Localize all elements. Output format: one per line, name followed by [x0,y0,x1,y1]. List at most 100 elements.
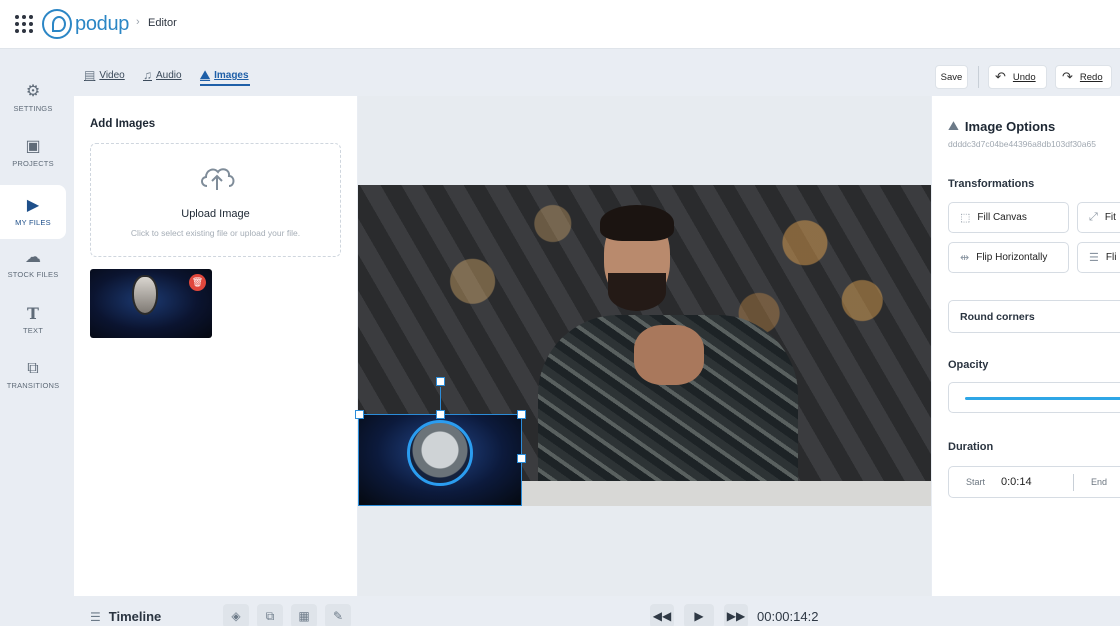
redo-label: Redo [1079,71,1103,83]
video-icon: ▤ [84,68,96,82]
fill-canvas-icon: ⬚ [960,212,971,224]
nav-projects-label: PROJECTS [12,159,54,168]
play-icon[interactable]: ▶ [684,604,714,626]
nav-text-label: TEXT [23,326,43,335]
nav-stock-files[interactable]: ☁ STOCK FILES [0,237,66,291]
nav-text[interactable]: T TEXT [0,293,66,347]
timecode: 00:00:14:2 [757,609,819,624]
rewind-icon[interactable]: ◀◀ [650,604,674,626]
image-overlay[interactable] [358,414,522,506]
flip-vertically-button[interactable]: ☰ Fli [1077,242,1120,273]
audio-icon: ♫ [143,68,152,82]
image-options-title-text: Image Options [964,118,1056,134]
top-bar: podup › Editor [0,0,1120,49]
redo-icon: ↷ [1062,69,1073,84]
edit-icon[interactable]: ✎ [325,604,351,626]
image-id: ddddc3d7c04be44396a8db103df30a65 [948,139,1096,149]
nav-settings-label: SETTINGS [13,104,53,113]
logo-text: podup [75,12,130,35]
split-icon[interactable]: ⧉ [257,604,283,626]
fill-canvas-button[interactable]: ⬚ Fill Canvas [948,202,1069,233]
timeline-title: ☰ Timeline [90,609,161,624]
nav-transitions[interactable]: ⧉ TRANSITIONS [0,348,66,402]
breadcrumb-chevron-icon: › [136,16,140,28]
logo[interactable]: podup [42,9,129,39]
start-label: Start [966,477,986,487]
active-tab-underline [200,84,250,86]
fit-button[interactable]: ⤢ Fit [1077,202,1120,233]
nav-settings[interactable]: ⚙ SETTINGS [0,71,66,125]
tab-audio-label: Audio [156,69,182,81]
cloud-upload-icon [201,168,235,190]
text-icon: T [27,304,39,323]
resize-handle-top-right[interactable] [517,410,526,419]
flip-vertical-icon: ☰ [1089,252,1099,264]
app-grid-icon[interactable] [15,15,33,33]
image-options-panel: ⛰ Image Options ddddc3d7c04be44396a8db10… [932,96,1120,596]
opacity-label: Opacity [948,359,989,371]
fast-forward-icon[interactable]: ▶▶ [724,604,748,626]
flip-horizontally-label: Flip Horizontally [976,252,1048,263]
images-panel: Add Images Upload Image Click to select … [74,96,357,596]
nav-projects[interactable]: ▣ PROJECTS [0,126,66,180]
end-label: End [1091,477,1108,487]
tab-images[interactable]: ⛰ Images [200,68,249,83]
fit-label: Fit [1104,212,1116,223]
my-files-icon: ▶ [26,197,40,214]
flip-horizontally-button[interactable]: ⇹ Flip Horizontally [948,242,1069,273]
gear-icon: ⚙ [25,83,41,100]
opacity-slider-fill [965,397,1120,400]
start-time-input[interactable]: 0:0:14 [1001,476,1032,488]
duration-field: Start 0:0:14 End [948,466,1120,498]
layers-icon[interactable]: ◈ [223,604,249,626]
nav-my-files-label: MY FILES [15,218,51,227]
timeline-bar: ☰ Timeline ◈ ⧉ ▦ ✎ ◀◀ ▶ ▶▶ 00:00:14:2 [74,596,1120,626]
flip-vertically-label: Fli [1105,252,1117,263]
round-corners-toggle[interactable]: Round corners [948,300,1120,333]
flip-horizontal-icon: ⇹ [960,252,970,264]
fit-icon: ⤢ [1089,211,1098,223]
image-icon: ⛰ [948,118,959,133]
breadcrumb: Editor [148,17,177,29]
undo-label: Undo [1012,71,1036,83]
video-presenter [538,205,798,506]
tab-video[interactable]: ▤ Video [84,68,125,82]
duration-divider [1073,474,1074,491]
resize-handle-top[interactable] [436,410,445,419]
resize-handle-top-left[interactable] [355,410,364,419]
undo-button[interactable]: ↶ Undo [988,65,1047,89]
redo-button[interactable]: ↷ Redo [1055,65,1112,89]
tab-video-label: Video [99,69,125,81]
tab-images-label: Images [214,70,249,81]
duration-label: Duration [948,441,994,453]
tab-audio[interactable]: ♫ Audio [143,68,182,82]
left-nav: ⚙ SETTINGS ▣ PROJECTS ▶ MY FILES ☁ STOCK… [0,57,66,626]
images-panel-title: Add Images [90,118,156,130]
image-options-title: ⛰ Image Options [948,118,1055,134]
image-thumbnail[interactable]: 🗑 [90,269,212,338]
thumbnail-mask-figure [132,275,158,315]
resize-handle-right[interactable] [517,454,526,463]
upload-hint: Click to select existing file or upload … [130,228,301,238]
upload-dropzone[interactable]: Upload Image Click to select existing fi… [90,143,341,257]
editor-canvas[interactable] [358,96,931,596]
timeline-icon: ☰ [90,609,101,624]
nav-my-files[interactable]: ▶ MY FILES [0,185,66,239]
upload-title: Upload Image [181,208,250,220]
trim-icon[interactable]: ▦ [291,604,317,626]
timeline-title-text: Timeline [108,609,162,624]
opacity-slider[interactable] [948,382,1120,413]
transitions-icon: ⧉ [27,360,39,377]
transformations-label: Transformations [948,178,1035,190]
nav-transitions-label: TRANSITIONS [6,381,60,390]
projects-icon: ▣ [25,138,41,155]
undo-icon: ↶ [995,69,1006,84]
rotation-handle[interactable] [436,377,445,386]
cloud-icon: ☁ [25,249,41,266]
image-icon: ⛰ [200,68,211,82]
trash-icon[interactable]: 🗑 [189,274,206,291]
save-button[interactable]: Save [935,65,968,89]
logo-mark-icon [42,9,72,39]
nav-stock-files-label: STOCK FILES [7,270,59,279]
toolbar-divider [978,66,979,88]
